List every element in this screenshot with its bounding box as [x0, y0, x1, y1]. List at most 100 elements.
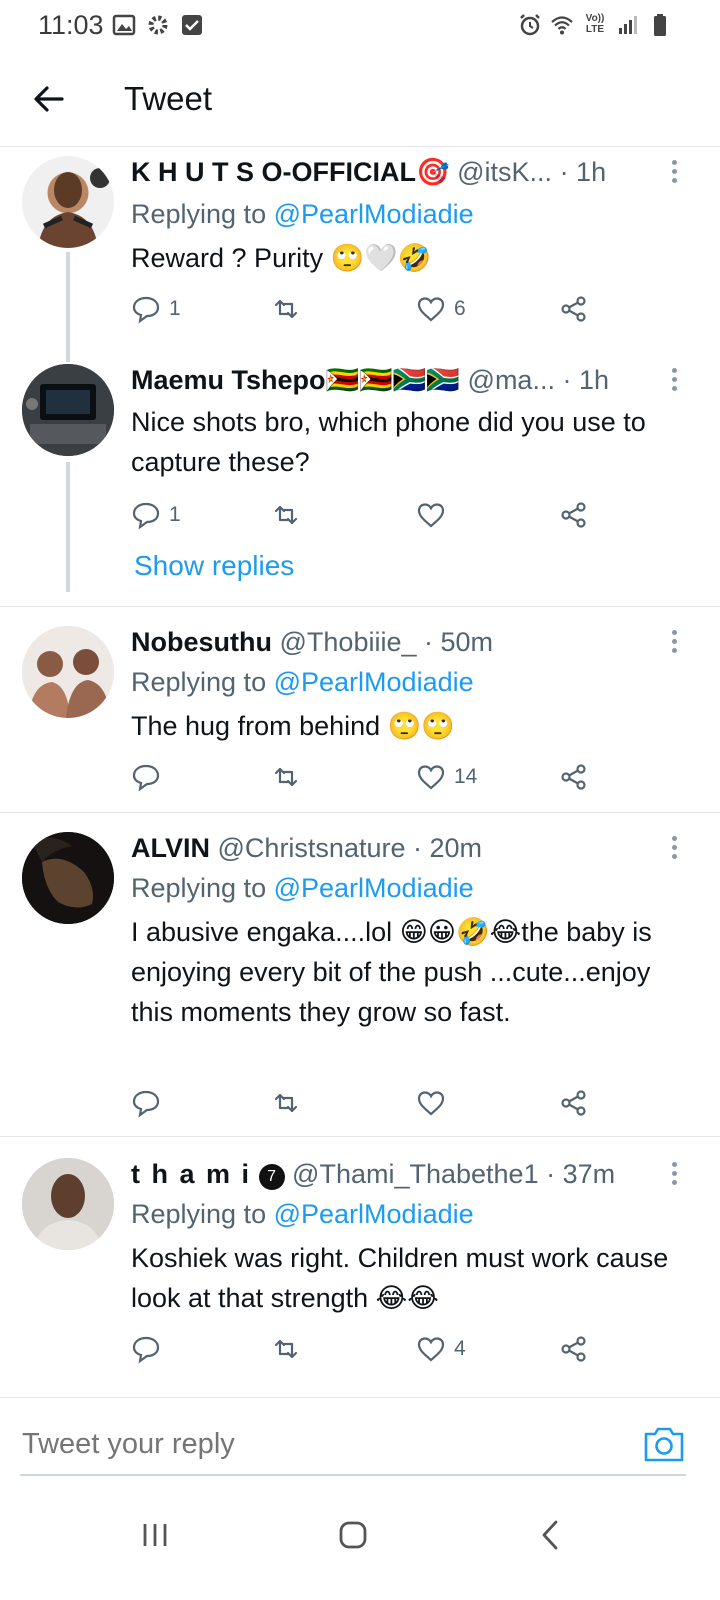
avatar[interactable]	[22, 626, 114, 718]
reply-bar-top-border	[0, 1397, 720, 1398]
more-options-icon[interactable]	[668, 1162, 680, 1188]
signal-icon	[619, 16, 637, 34]
tweet-card[interactable]: K H U T S O-OFFICIAL🎯 @itsK... · 1h Repl…	[0, 148, 720, 362]
tweet-text: The hug from behind 🙄🙄	[131, 711, 455, 741]
tweet-text: Nice shots bro, which phone did you use …	[131, 407, 646, 477]
avatar-portrait	[38, 168, 110, 248]
reply-button[interactable]	[131, 1086, 169, 1120]
app-bar: Tweet	[0, 52, 720, 147]
home-icon[interactable]	[323, 1510, 383, 1560]
heart-icon	[417, 765, 445, 790]
thread-dots	[66, 554, 70, 578]
retweet-icon	[274, 1339, 298, 1359]
retweet-button[interactable]	[271, 1332, 309, 1366]
share-button[interactable]	[559, 498, 589, 532]
recents-icon[interactable]	[125, 1510, 185, 1560]
reply-icon	[132, 502, 160, 530]
heart-icon	[417, 1337, 445, 1362]
tweet-card[interactable]: ALVIN @Christsnature · 20m Replying to @…	[0, 830, 720, 1130]
like-button[interactable]: 14	[416, 760, 477, 794]
handle[interactable]: @Thobiiie_	[280, 627, 417, 657]
mention-link[interactable]: @PearlModiadie	[274, 667, 474, 697]
retweet-button[interactable]	[271, 760, 309, 794]
display-name[interactable]: t h a m i	[131, 1159, 251, 1189]
like-count: 6	[454, 297, 466, 320]
display-name[interactable]: ALVIN	[131, 833, 210, 863]
battery-icon	[654, 14, 666, 36]
reply-count: 1	[169, 297, 181, 320]
retweet-button[interactable]	[271, 1086, 309, 1120]
emoji: 😂	[489, 917, 522, 947]
show-replies-link[interactable]: Show replies	[134, 550, 294, 582]
display-name[interactable]: Nobesuthu	[131, 627, 272, 657]
handle[interactable]: @ma...	[468, 365, 555, 395]
avatar[interactable]	[22, 364, 114, 456]
tweet-card[interactable]: Maemu Tshepo🇿🇼🇿🇼🇿🇦🇿🇦 @ma... · 1h Nice sh…	[0, 362, 720, 606]
handle[interactable]: @Thami_Thabethe1	[292, 1159, 539, 1189]
like-button[interactable]	[416, 1086, 454, 1120]
retweet-icon	[274, 299, 298, 319]
camera-icon[interactable]	[642, 1424, 686, 1464]
more-options-icon[interactable]	[668, 368, 680, 394]
target-emoji: 🎯	[415, 157, 450, 187]
display-name[interactable]: K H U T S O-OFFICIAL	[131, 157, 416, 187]
timestamp: · 1h	[562, 365, 609, 395]
divider	[0, 812, 720, 813]
tweet-actions: 4	[131, 1332, 611, 1366]
reply-button[interactable]	[131, 760, 169, 794]
reply-input-underline	[20, 1474, 686, 1476]
timestamp: · 1h	[559, 157, 607, 187]
tweet-text: Reward ? Purity 🙄🤍🤣	[131, 243, 432, 273]
tweet-actions: 14	[131, 760, 611, 794]
tweet-actions: 1	[131, 498, 611, 532]
mention-link[interactable]: @PearlModiadie	[274, 1199, 474, 1229]
share-button[interactable]	[559, 760, 589, 794]
divider	[0, 606, 720, 607]
avatar[interactable]	[22, 1158, 114, 1250]
retweet-button[interactable]	[271, 292, 309, 326]
reply-input[interactable]	[22, 1420, 582, 1468]
tweet-card[interactable]: t h a m i 7 @Thami_Thabethe1 · 37m Reply…	[0, 1156, 720, 1382]
more-options-icon[interactable]	[668, 160, 680, 186]
avatar[interactable]	[22, 156, 114, 248]
replying-to: Replying to @PearlModiadie	[131, 1199, 474, 1229]
replying-to: Replying to @PearlModiadie	[131, 873, 474, 903]
alarm-icon	[520, 14, 540, 36]
share-button[interactable]	[559, 292, 589, 326]
more-options-icon[interactable]	[668, 630, 680, 656]
retweet-button[interactable]	[271, 498, 309, 532]
thread-line	[66, 252, 70, 362]
reply-icon	[132, 1090, 160, 1118]
handle[interactable]: @Christsnature	[218, 833, 406, 863]
share-icon	[561, 296, 586, 322]
reply-count: 1	[169, 503, 181, 526]
retweet-icon	[274, 505, 298, 525]
reply-button[interactable]	[131, 1332, 169, 1366]
share-button[interactable]	[559, 1332, 589, 1366]
share-button[interactable]	[559, 1086, 589, 1120]
tweet-card[interactable]: Nobesuthu @Thobiiie_ · 50m Replying to @…	[0, 624, 720, 810]
reply-button[interactable]: 1	[131, 498, 181, 532]
like-button[interactable]: 4	[416, 1332, 466, 1366]
tweet-text: Koshiek was right. Children must work ca…	[131, 1243, 669, 1313]
avatar[interactable]	[22, 832, 114, 924]
back-arrow-icon[interactable]	[28, 78, 70, 120]
like-count: 14	[454, 765, 478, 788]
status-right-icons: Vo)) LTE	[518, 13, 672, 37]
display-name[interactable]: Maemu Tshepo	[131, 365, 326, 395]
more-options-icon[interactable]	[668, 836, 680, 862]
mention-link[interactable]: @PearlModiadie	[274, 199, 474, 229]
heart-icon	[417, 503, 445, 528]
reply-button[interactable]: 1	[131, 292, 181, 326]
nav-back-icon[interactable]	[520, 1510, 580, 1560]
share-icon	[561, 1090, 586, 1116]
status-left-icons	[112, 13, 204, 37]
like-button[interactable]: 6	[416, 292, 466, 326]
tweet-header: K H U T S O-OFFICIAL🎯 @itsK... · 1h	[131, 154, 680, 190]
handle[interactable]: @itsK...	[457, 157, 552, 187]
tweet-actions: 1 6	[131, 292, 611, 326]
mention-link[interactable]: @PearlModiadie	[274, 873, 474, 903]
emoji: 🙄	[387, 711, 422, 741]
emoji: 😁	[399, 917, 428, 947]
like-button[interactable]	[416, 498, 454, 532]
